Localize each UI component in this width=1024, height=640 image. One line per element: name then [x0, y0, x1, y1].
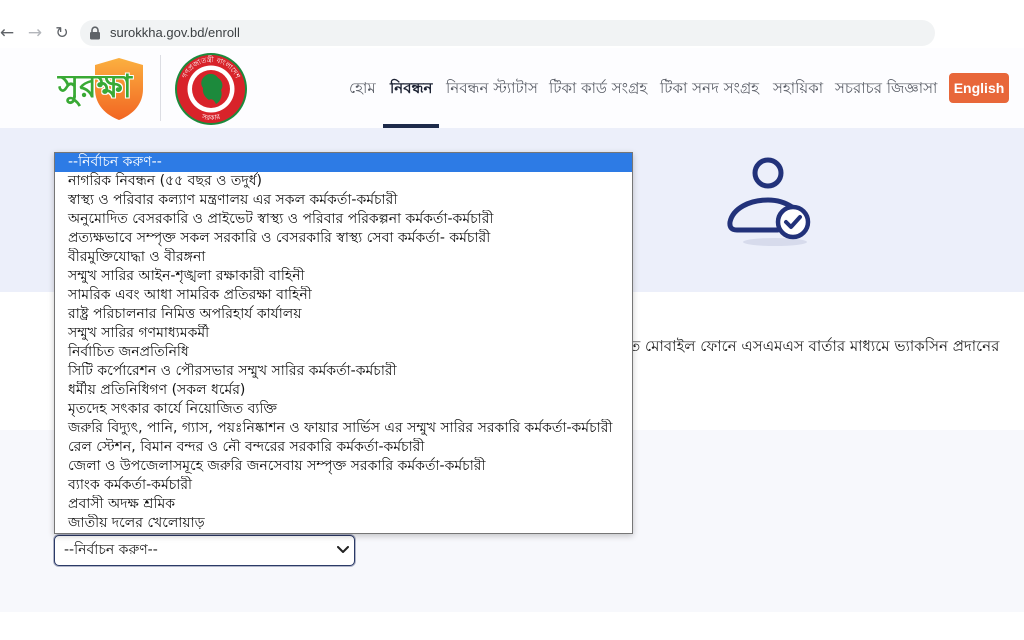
category-option[interactable]: ধর্মীয় প্রতিনিধিগণ (সকল ধর্মের) [55, 381, 632, 400]
category-option[interactable]: অনুমোদিত বেসরকারি ও প্রাইভেট স্বাস্থ্য ও… [55, 210, 632, 229]
category-select-value: --নির্বাচন করুণ-- [64, 542, 158, 558]
nav-vaccine-certificate[interactable]: টিকা সনদ সংগ্রহ [660, 78, 759, 98]
logo-divider [160, 55, 161, 121]
category-option[interactable]: প্রত্যক্ষভাবে সম্পৃক্ত সকল সরকারি ও বেসর… [55, 229, 632, 248]
category-option[interactable]: সম্মুখ সারির গণমাধ্যমকর্মী [55, 324, 632, 343]
intro-text: ত মোবাইল ফোনে এসএমএস বার্তার মাধ্যমে ভ্য… [629, 337, 1000, 355]
site-header: সুরক্ষা গণপ্রজাতন্ত্রী বাংলাদেশ সরকার হো… [0, 48, 1024, 128]
nav-home[interactable]: হোম [349, 78, 376, 98]
logo-text: সুরক্ষা [58, 67, 132, 105]
lock-icon [90, 26, 100, 40]
category-option[interactable]: বীরমুক্তিযোদ্ধা ও বীরঙ্গনা [55, 248, 632, 267]
nav-registration-status[interactable]: নিবন্ধন স্ট্যাটাস [446, 78, 538, 98]
government-seal-icon: গণপ্রজাতন্ত্রী বাংলাদেশ সরকার [175, 53, 247, 125]
nav-faq[interactable]: সচরাচর জিজ্ঞাসা [835, 78, 937, 98]
category-option[interactable]: জরুরি বিদ্যুৎ, পানি, গ্যাস, পয়ঃনিষ্কাশন… [55, 419, 632, 438]
category-option[interactable]: রেল স্টেশন, বিমান বন্দর ও নৌ বন্দরের সরক… [55, 438, 632, 457]
category-option[interactable]: ব্যাংক কর্মকর্তা-কর্মচারী [55, 476, 632, 495]
nav-registration[interactable]: নিবন্ধন [390, 78, 432, 98]
category-option[interactable]: সামরিক এবং আধা সামরিক প্রতিরক্ষা বাহিনী [55, 286, 632, 305]
user-check-icon [727, 157, 811, 246]
category-option-highlighted[interactable]: --নির্বাচন করুণ-- [55, 153, 632, 172]
category-option[interactable]: প্রবাসী অদক্ষ শ্রমিক [55, 495, 632, 514]
category-option[interactable]: নাগরিক নিবন্ধন (৫৫ বছর ও তদুর্ধ) [55, 172, 632, 191]
forward-arrow-icon[interactable]: → [26, 22, 44, 44]
category-option[interactable]: জেলা ও উপজেলাসমূহে জরুরি জনসেবায় সম্পৃক… [55, 457, 632, 476]
back-arrow-icon[interactable]: ← [0, 22, 16, 44]
address-bar[interactable]: surokkha.gov.bd/enroll [80, 20, 935, 46]
category-select[interactable]: --নির্বাচন করুণ-- [54, 535, 355, 566]
reload-icon[interactable]: ↻ [53, 22, 71, 44]
surokkha-logo[interactable]: সুরক্ষা [56, 54, 148, 122]
category-option[interactable]: জাতীয় দলের খেলোয়াড় [55, 514, 632, 533]
category-option[interactable]: স্বাস্থ্য ও পরিবার কল্যাণ মন্ত্রণালয় এর… [55, 191, 632, 210]
category-option[interactable]: সম্মুখ সারির আইন-শৃঙ্খলা রক্ষাকারী বাহিন… [55, 267, 632, 286]
chevron-down-icon [337, 546, 349, 553]
category-option[interactable]: সিটি কর্পোরেশন ও পৌরসভার সম্মুখ সারির কর… [55, 362, 632, 381]
category-option[interactable]: মৃতদেহ সৎকার কার্যে নিয়োজিত ব্যক্তি [55, 400, 632, 419]
category-option[interactable]: নির্বাচিত জনপ্রতিনিধি [55, 343, 632, 362]
nav-guide[interactable]: সহায়িকা [773, 78, 823, 98]
browser-toolbar: ← → ↻ surokkha.gov.bd/enroll [0, 0, 1024, 48]
url-text: surokkha.gov.bd/enroll [110, 25, 240, 40]
language-toggle-button[interactable]: English [949, 73, 1009, 103]
category-option[interactable]: রাষ্ট্র পরিচালনার নিমিত্ত অপরিহার্য কার্… [55, 305, 632, 324]
nav-vaccine-card[interactable]: টিকা কার্ড সংগ্রহ [549, 78, 647, 98]
category-dropdown-list[interactable]: --নির্বাচন করুণ-- নাগরিক নিবন্ধন (৫৫ বছর… [54, 152, 633, 534]
